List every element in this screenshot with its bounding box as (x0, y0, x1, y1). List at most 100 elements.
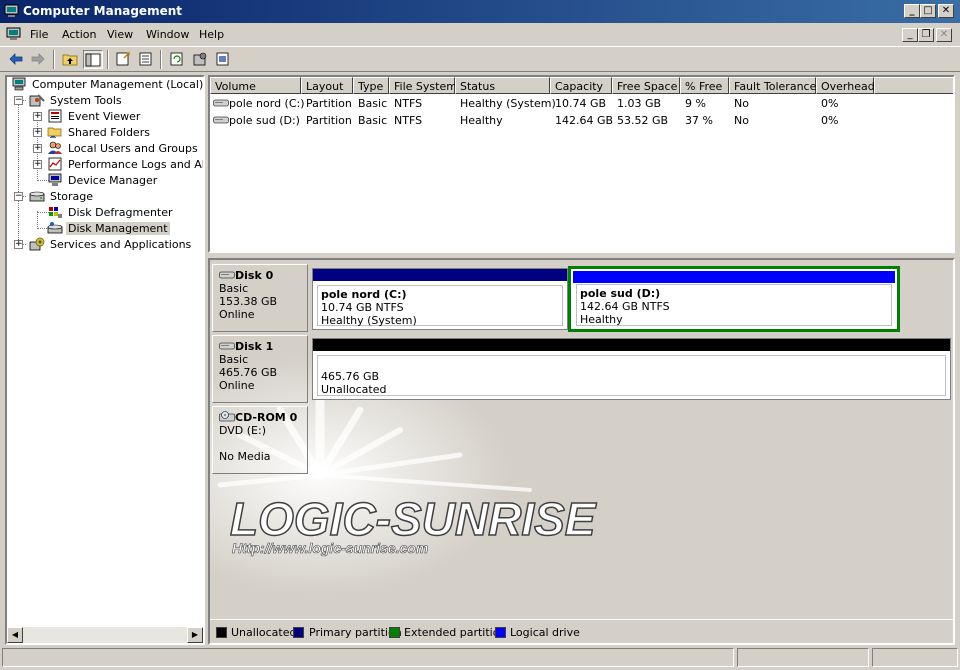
refresh-icon[interactable] (167, 50, 187, 69)
volume-overhead: 0% (821, 114, 839, 127)
tree-horizontal-scrollbar[interactable]: ◀ ▶ (7, 627, 203, 643)
cdrom-icon (219, 411, 235, 422)
show-hide-tree-icon[interactable] (83, 50, 103, 69)
forward-icon[interactable] (28, 50, 48, 69)
volume-status: Healthy (460, 114, 503, 127)
minimize-button[interactable]: _ (904, 4, 920, 18)
menu-action[interactable]: Action (62, 28, 96, 41)
computer-icon (12, 77, 26, 91)
volume-name: pole nord (C:) (229, 97, 305, 110)
legend-swatch-extended (389, 627, 400, 638)
menu-view[interactable]: View (107, 28, 133, 41)
column-header-type[interactable]: Type (353, 77, 389, 94)
watermark-url: Http://www.logic-sunrise.com (232, 540, 428, 556)
mdi-restore-button[interactable]: ❐ (918, 28, 934, 42)
status-bar (0, 648, 960, 670)
tree-item-device-manager[interactable]: Device Manager (47, 173, 159, 189)
volume-drive-icon (213, 99, 229, 107)
mdi-close-button[interactable]: ✕ (936, 28, 952, 42)
mdi-minimize-button[interactable]: _ (902, 28, 918, 42)
expander-services[interactable]: + (14, 240, 23, 249)
unallocated-bar (313, 339, 950, 351)
partition-status: Healthy (System) (321, 314, 417, 327)
system-menu-icon[interactable] (6, 27, 21, 41)
volume-type: Basic (358, 114, 388, 127)
disk-status: Online (219, 308, 255, 321)
partition-d-extended[interactable]: pole sud (D:) 142.64 GB NTFS Healthy (568, 266, 900, 332)
close-button[interactable]: ✕ (938, 4, 954, 18)
volume-file-system: NTFS (394, 97, 423, 110)
disk-row[interactable]: CD-ROM 0 DVD (E:) No Media (210, 406, 953, 474)
tree-item-services-applications[interactable]: Services and Applications (29, 237, 193, 253)
column-header-free-space[interactable]: Free Space (612, 77, 680, 94)
expander-shared-folders[interactable]: + (33, 128, 42, 137)
disk-label[interactable]: Disk 1 Basic 465.76 GB Online (212, 335, 308, 403)
partition-c[interactable]: pole nord (C:) 10.74 GB NTFS Healthy (Sy… (312, 268, 568, 330)
title-bar: Computer Management _ □ ✕ (0, 0, 960, 23)
menu-file[interactable]: File (30, 28, 48, 41)
volume-fault-tolerance: No (734, 114, 749, 127)
unallocated-size: 465.76 GB (321, 370, 380, 383)
disk-label[interactable]: CD-ROM 0 DVD (E:) No Media (212, 406, 308, 474)
users-icon (48, 141, 62, 154)
expander-system-tools[interactable]: − (14, 96, 23, 105)
disk-row[interactable]: Disk 0 Basic 153.38 GB Online pole nord … (210, 264, 953, 332)
volume-capacity: 10.74 GB (555, 97, 607, 110)
column-header-blank (874, 77, 953, 94)
expander-local-users[interactable]: + (33, 144, 42, 153)
tree-connector (37, 211, 38, 229)
tree-item-performance-logs[interactable]: Performance Logs and Alerts (47, 157, 203, 173)
tree-item-event-viewer[interactable]: Event Viewer (47, 109, 142, 125)
unallocated-space[interactable]: 465.76 GB Unallocated (312, 338, 951, 400)
disk-drive-icon (219, 271, 235, 279)
column-header-percent-free[interactable]: % Free (680, 77, 729, 94)
disk-size: 465.76 GB (219, 366, 278, 379)
column-header-status[interactable]: Status (455, 77, 550, 94)
tree-item-shared-folders[interactable]: Shared Folders (47, 125, 152, 141)
settings-icon[interactable] (190, 50, 210, 69)
disk-row[interactable]: Disk 1 Basic 465.76 GB Online 465.76 GB … (210, 335, 953, 403)
scroll-left-icon[interactable]: ◀ (7, 627, 23, 643)
partition-status: Healthy (580, 313, 623, 326)
maximize-button[interactable]: □ (920, 4, 936, 18)
menu-window[interactable]: Window (146, 28, 189, 41)
expander-perf-logs[interactable]: + (33, 160, 42, 169)
disk-graphical-view[interactable]: LOGIC-SUNRISE Http://www.logic-sunrise.c… (208, 258, 955, 645)
properties-icon[interactable] (113, 50, 133, 69)
tree-item-disk-defragmenter[interactable]: Disk Defragmenter (47, 205, 175, 221)
window-title: Computer Management (23, 4, 182, 18)
expander-storage[interactable]: − (14, 192, 23, 201)
up-folder-icon[interactable] (60, 50, 80, 69)
column-header-capacity[interactable]: Capacity (550, 77, 612, 94)
column-header-fault-tolerance[interactable]: Fault Tolerance (729, 77, 816, 94)
disk-defragmenter-icon (49, 207, 62, 218)
scroll-right-icon[interactable]: ▶ (187, 627, 203, 643)
tree-item-local-users[interactable]: Local Users and Groups (47, 141, 200, 157)
help-icon[interactable] (213, 50, 233, 69)
export-list-icon[interactable] (136, 50, 156, 69)
disk-type: Basic (219, 353, 249, 366)
volume-list[interactable]: Volume Layout Type File System Status Ca… (208, 75, 955, 253)
disk-drive-icon (219, 342, 235, 350)
column-header-layout[interactable]: Layout (301, 77, 353, 94)
tree-item-disk-management[interactable]: Disk Management (47, 221, 170, 237)
legend-swatch-primary (293, 627, 304, 638)
legend-label: Unallocated (231, 626, 297, 639)
disk-type: Basic (219, 282, 249, 295)
tree-root[interactable]: Computer Management (Local) (11, 77, 203, 93)
column-header-volume[interactable]: Volume (210, 77, 301, 94)
volume-drive-icon (213, 116, 229, 124)
disk-label[interactable]: Disk 0 Basic 153.38 GB Online (212, 264, 308, 332)
volume-percent-free: 9 % (685, 97, 706, 110)
column-header-file-system[interactable]: File System (389, 77, 457, 94)
volume-status: Healthy (System) (460, 97, 556, 110)
partition-legend: Unallocated Primary partition Extended p… (210, 619, 953, 643)
column-header-overhead[interactable]: Overhead (816, 77, 875, 94)
back-icon[interactable] (6, 50, 26, 69)
disk-status: Online (219, 379, 255, 392)
tree-item-system-tools[interactable]: System Tools (29, 93, 124, 109)
expander-event-viewer[interactable]: + (33, 112, 42, 121)
console-tree[interactable]: Computer Management (Local) − System Too… (5, 75, 205, 645)
menu-help[interactable]: Help (199, 28, 224, 41)
tree-item-storage[interactable]: Storage (29, 189, 95, 205)
